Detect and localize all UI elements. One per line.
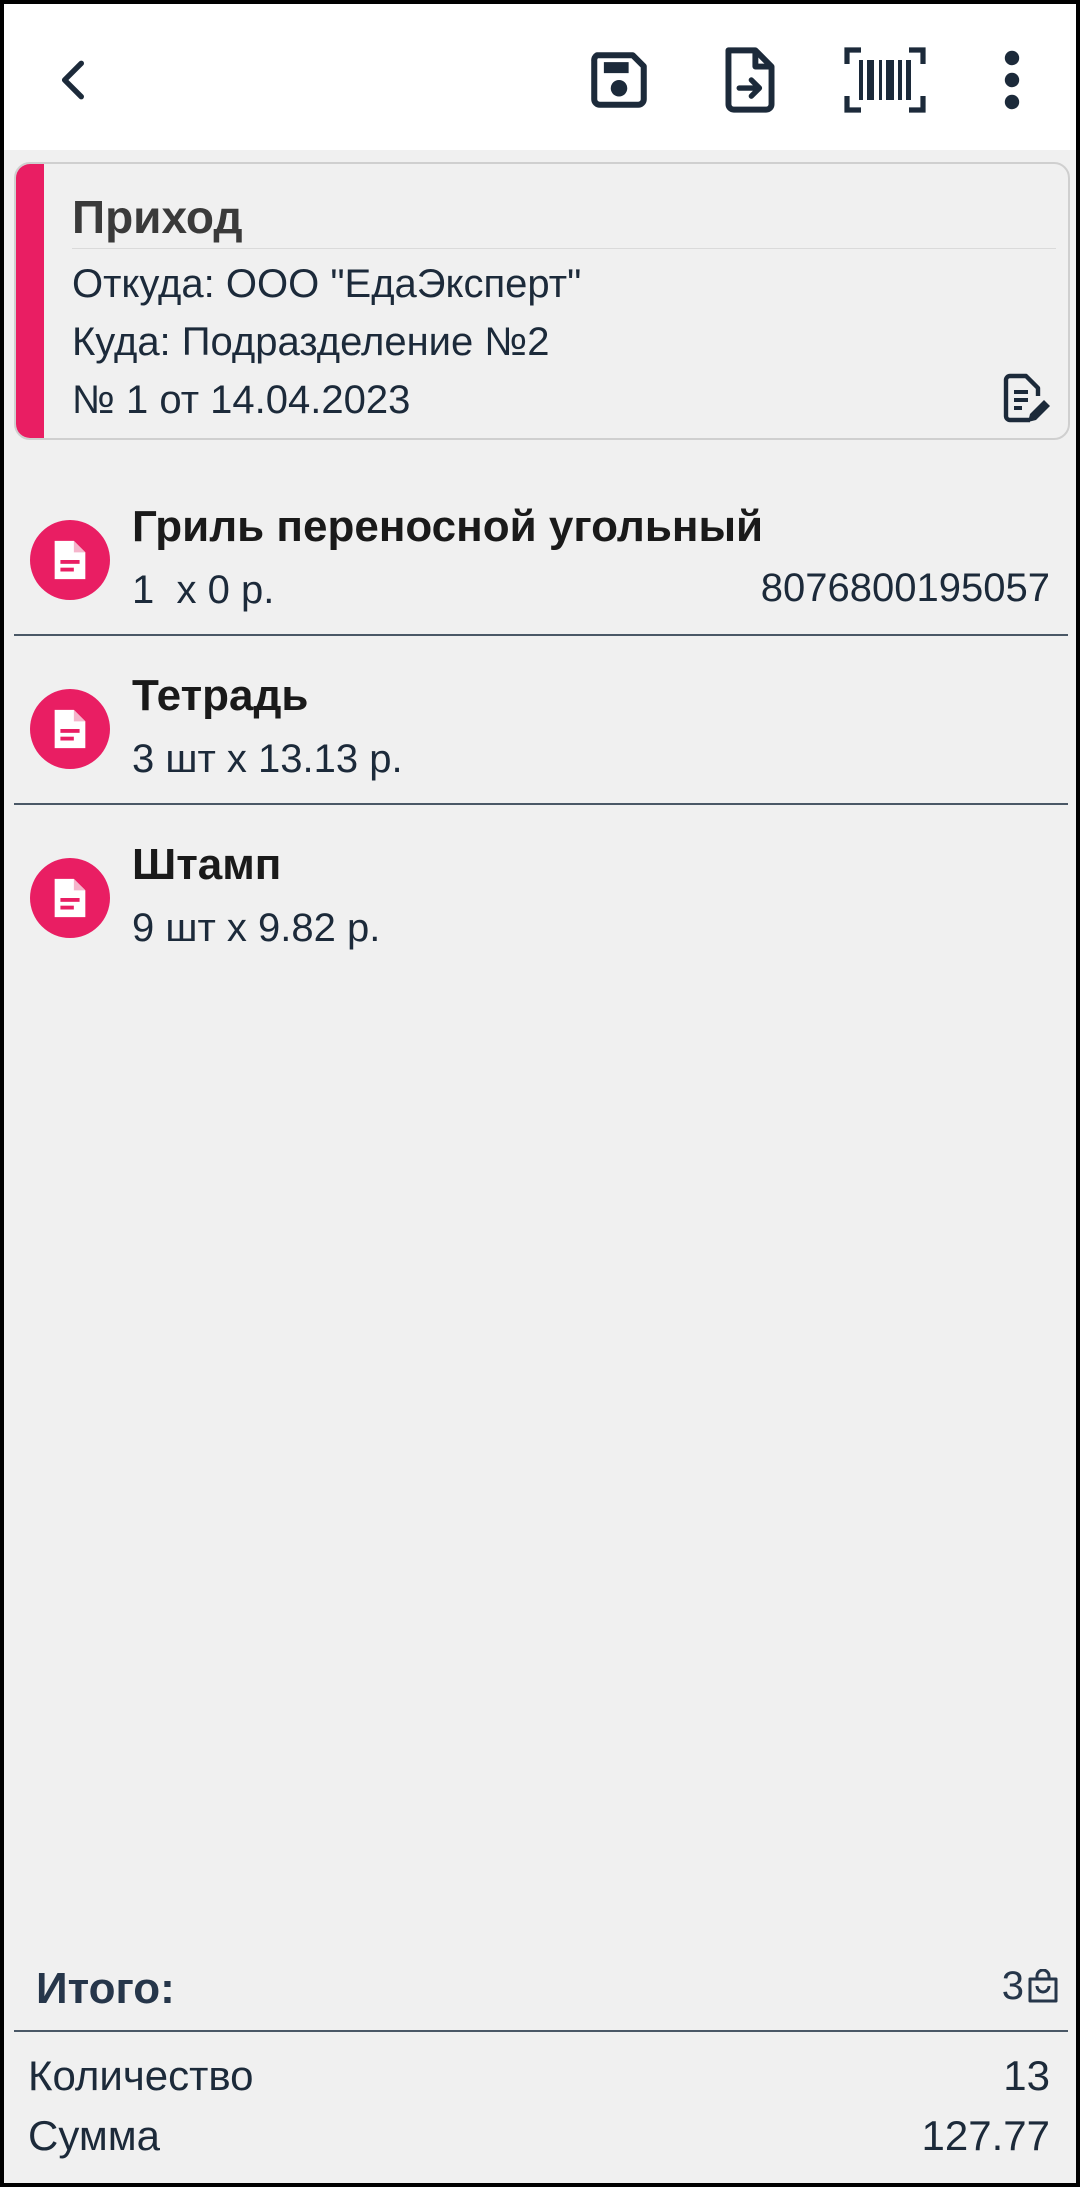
barcode-scan-button[interactable] — [840, 40, 930, 120]
save-button[interactable] — [579, 40, 659, 120]
export-file-icon — [725, 47, 775, 113]
positions-count: 3 — [1001, 1964, 1024, 2008]
list-item[interactable]: Тетрадь 3 шт х 13.13 р. — [4, 637, 1076, 805]
divider — [14, 634, 1068, 636]
screen: Приход Откуда: ООО "ЕдаЭксперт" Куда: По… — [0, 0, 1080, 2187]
totals-positions: 3 — [1002, 1964, 1060, 2009]
list-item[interactable]: Штамп 9 шт х 9.82 р. — [4, 806, 1076, 974]
item-name: Штамп — [132, 840, 282, 889]
document-icon — [30, 858, 110, 938]
save-disk-icon — [591, 52, 647, 108]
item-quantity-price: 1 х 0 р. — [132, 568, 275, 612]
document-number: № 1 от 14.04.2023 — [72, 378, 411, 422]
quantity-value: 13 — [1003, 2052, 1050, 2099]
back-chevron-icon — [61, 60, 84, 100]
item-barcode: 8076800195057 — [760, 566, 1050, 610]
divider — [14, 2030, 1068, 2032]
toolbar — [4, 4, 1076, 150]
accent-bar — [16, 164, 44, 438]
sum-value: 127.77 — [921, 2112, 1050, 2159]
edit-document-icon — [1003, 373, 1050, 423]
document-icon — [30, 689, 110, 769]
document-icon — [30, 520, 110, 600]
item-quantity-price: 3 шт х 13.13 р. — [132, 737, 403, 781]
more-vert-icon — [1004, 50, 1020, 110]
divider — [72, 248, 1056, 249]
document-title: Приход — [72, 191, 243, 243]
item-quantity-price: 9 шт х 9.82 р. — [132, 906, 381, 950]
divider — [14, 803, 1068, 805]
list-item[interactable]: Гриль переносной угольный 1 х 0 р. 80768… — [4, 468, 1076, 636]
document-from: Откуда: ООО "ЕдаЭксперт" — [72, 262, 582, 306]
back-button[interactable] — [34, 40, 114, 120]
document-header-card[interactable]: Приход Откуда: ООО "ЕдаЭксперт" Куда: По… — [14, 162, 1070, 440]
edit-document-button[interactable] — [998, 372, 1054, 428]
quantity-label: Количество — [28, 2052, 254, 2099]
barcode-scan-icon — [844, 47, 926, 113]
more-button[interactable] — [972, 40, 1052, 120]
sum-label: Сумма — [28, 2112, 160, 2159]
export-button[interactable] — [710, 40, 790, 120]
totals-title: Итого: — [36, 1964, 175, 2013]
item-name: Гриль переносной угольный — [132, 502, 764, 551]
document-to: Куда: Подразделение №2 — [72, 320, 550, 364]
shopping-bag-icon — [1028, 1968, 1058, 2002]
item-name: Тетрадь — [132, 671, 309, 720]
